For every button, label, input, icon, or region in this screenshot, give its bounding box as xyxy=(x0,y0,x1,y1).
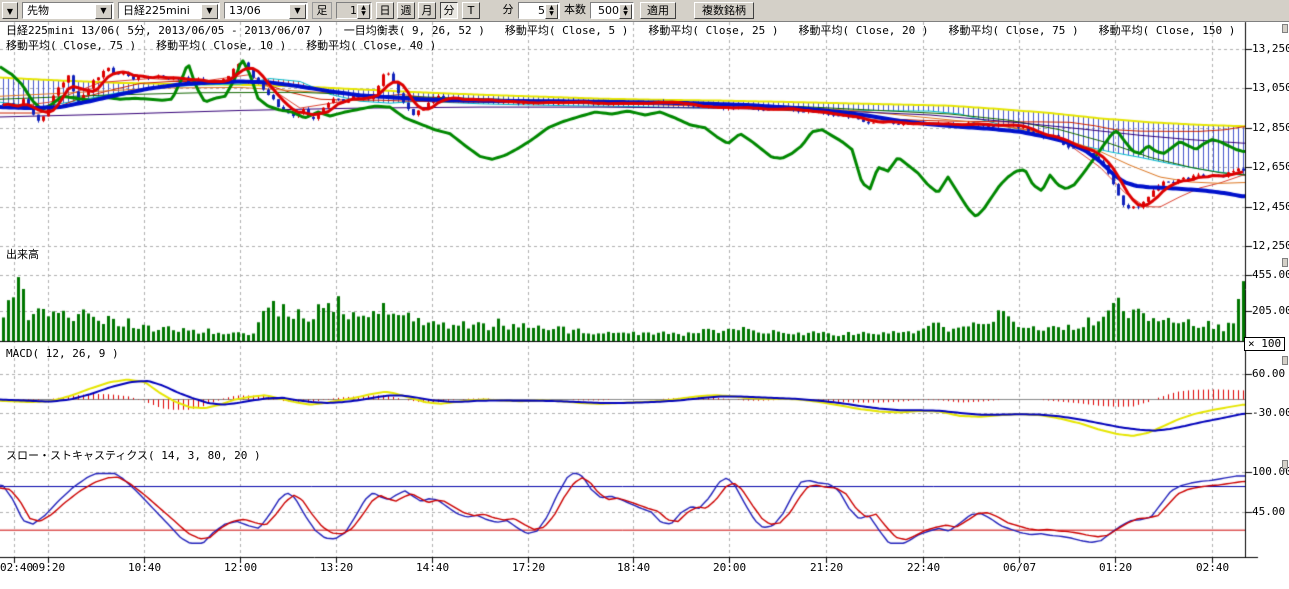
macd-panel-label: MACD( 12, 26, 9 ) xyxy=(6,347,119,360)
bars-value: 500 xyxy=(598,4,619,18)
instrument-type-value: 先物 xyxy=(27,4,49,18)
spinner-updown-icon[interactable]: ▲▼ xyxy=(357,4,370,19)
price-axis-tick-label: 13,050 xyxy=(1252,82,1289,94)
period-month-button[interactable]: 月 xyxy=(418,2,436,19)
legend-item: 移動平均( Close, 10 ) xyxy=(156,37,286,53)
interval-spinner[interactable]: 1 ▲▼ xyxy=(336,2,372,19)
legend-row-2: 移動平均( Close, 75 ) 移動平均( Close, 10 ) 移動平均( … xyxy=(6,37,436,53)
panel-scroll-button[interactable] xyxy=(1282,258,1288,267)
macd-axis-tick-label: 60.00 xyxy=(1252,368,1285,380)
price-axis-tick-label: 13,250 xyxy=(1252,43,1289,55)
multi-symbol-button[interactable]: 複数銘柄 xyxy=(694,2,754,19)
contract-month-combo[interactable]: 13/06 ▼ xyxy=(224,2,308,19)
symbol-value: 日経225mini xyxy=(123,4,190,18)
chevron-down-icon[interactable]: ▼ xyxy=(201,4,218,19)
ashi-label: 足 xyxy=(312,2,332,19)
volume-panel-label: 出来高 xyxy=(6,248,39,261)
panel-scroll-button[interactable] xyxy=(1282,24,1288,33)
bars-spinner[interactable]: 500 ▲▼ xyxy=(590,2,634,19)
period-minute-button[interactable]: 分 xyxy=(440,2,458,19)
legend-item: 移動平均( Close, 20 ) xyxy=(798,22,928,38)
legend-item: 移動平均( Close, 5 ) xyxy=(505,22,628,38)
legend-item: 移動平均( Close, 25 ) xyxy=(648,22,778,38)
instrument-type-combo[interactable]: 先物 ▼ xyxy=(22,2,114,19)
symbol-combo[interactable]: 日経225mini ▼ xyxy=(118,2,220,19)
legend-item: 移動平均( Close, 150 ) xyxy=(1099,22,1236,38)
stoch-panel-label: スロー・ストキャスティクス( 14, 3, 80, 20 ) xyxy=(6,449,261,462)
spinner-updown-icon[interactable]: ▲▼ xyxy=(619,4,632,19)
minute-label: 分 xyxy=(500,2,516,19)
volume-multiplier-badge: × 100 xyxy=(1244,337,1285,351)
price-axis-tick-label: 12,850 xyxy=(1252,122,1289,134)
minute-value: 5 xyxy=(538,4,545,18)
time-axis-tick-label: 02:40 xyxy=(0,561,33,574)
panel-scroll-button[interactable] xyxy=(1282,460,1288,469)
bars-label: 本数 xyxy=(562,2,588,19)
chart-canvas[interactable] xyxy=(0,0,1289,589)
volume-axis-tick-label: 205.00 xyxy=(1252,305,1289,317)
toolbar: ▼ 先物 ▼ 日経225mini ▼ 13/06 ▼ 足 1 ▲▼ 日 週 月 … xyxy=(0,0,1289,22)
legend-item: 一目均衡表( 9, 26, 52 ) xyxy=(344,22,485,38)
interval-value: 1 xyxy=(350,4,357,18)
time-axis-tick-label: 17:20 xyxy=(512,561,545,574)
legend-item: 日経225mini 13/06( 5分, 2013/06/05 - 2013/0… xyxy=(6,22,324,38)
chevron-down-icon[interactable]: ▼ xyxy=(289,4,306,19)
legend-item: 移動平均( Close, 75 ) xyxy=(6,37,136,53)
time-axis-tick-label: 01:20 xyxy=(1099,561,1132,574)
time-axis-tick-label: 14:40 xyxy=(416,561,449,574)
spinner-updown-icon[interactable]: ▲▼ xyxy=(545,4,558,19)
time-axis-tick-label: 06/07 xyxy=(1003,561,1036,574)
time-axis-tick-label: 02:40 xyxy=(1196,561,1229,574)
price-axis-tick-label: 12,250 xyxy=(1252,240,1289,252)
legend-item: 移動平均( Close, 40 ) xyxy=(306,37,436,53)
chevron-down-icon: ▼ xyxy=(7,7,13,16)
volume-axis-tick-label: 455.00 xyxy=(1252,269,1289,281)
time-axis-tick-label: 18:40 xyxy=(617,561,650,574)
legend-row-1: 日経225mini 13/06( 5分, 2013/06/05 - 2013/0… xyxy=(6,22,1235,38)
price-axis-tick-label: 12,650 xyxy=(1252,161,1289,173)
period-week-button[interactable]: 週 xyxy=(397,2,415,19)
time-axis-tick-label: 13:20 xyxy=(320,561,353,574)
panel-scroll-button[interactable] xyxy=(1282,356,1288,365)
chevron-down-icon[interactable]: ▼ xyxy=(95,4,112,19)
time-axis-tick-label: 20:00 xyxy=(713,561,746,574)
time-axis-tick-label: 09:20 xyxy=(32,561,65,574)
contract-month-value: 13/06 xyxy=(229,4,261,18)
macd-axis-tick-label: -30.00 xyxy=(1252,407,1289,419)
period-tick-button[interactable]: T xyxy=(462,2,480,19)
corner-dropdown-button[interactable]: ▼ xyxy=(2,2,18,19)
period-day-button[interactable]: 日 xyxy=(376,2,394,19)
apply-button[interactable]: 適用 xyxy=(640,2,676,19)
stoch-axis-tick-label: 45.00 xyxy=(1252,506,1285,518)
time-axis-tick-label: 10:40 xyxy=(128,561,161,574)
time-axis-tick-label: 12:00 xyxy=(224,561,257,574)
legend-item: 移動平均( Close, 75 ) xyxy=(949,22,1079,38)
price-axis-tick-label: 12,450 xyxy=(1252,201,1289,213)
time-axis-tick-label: 22:40 xyxy=(907,561,940,574)
minute-spinner[interactable]: 5 ▲▼ xyxy=(518,2,560,19)
time-axis-tick-label: 21:20 xyxy=(810,561,843,574)
